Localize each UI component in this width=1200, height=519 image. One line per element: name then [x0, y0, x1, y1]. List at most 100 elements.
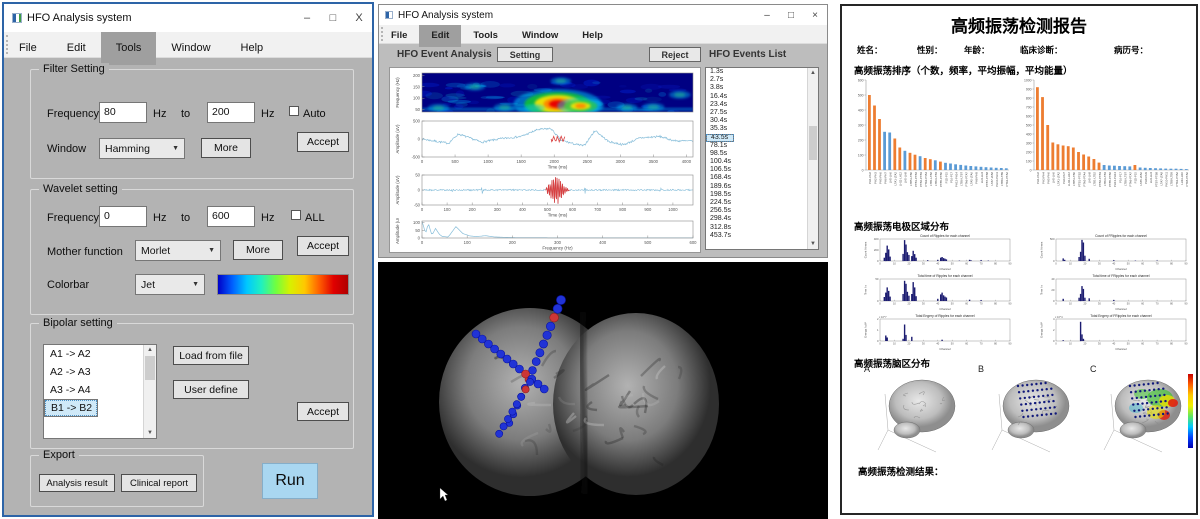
minimize-button[interactable]: –	[294, 12, 320, 24]
minimize-button[interactable]: –	[755, 10, 779, 21]
titlebar: HFO Analysis system – □ ×	[379, 5, 827, 25]
event-list-item[interactable]: 30.4s	[706, 117, 808, 125]
event-list-item[interactable]: 43.5s	[706, 134, 734, 142]
event-list-item[interactable]: 298.4s	[706, 215, 808, 223]
svg-text:200: 200	[1026, 150, 1032, 154]
event-list-item[interactable]: 106.5s	[706, 166, 808, 174]
wavelet-more-button[interactable]: More	[233, 240, 283, 260]
analysis-result-button[interactable]: Analysis result	[39, 474, 115, 492]
svg-text:PH3-PH4: PH3-PH4	[1041, 172, 1045, 184]
clinical-report-button[interactable]: Clinical report	[121, 474, 197, 492]
menu-bar: FileEditToolsWindowHelp	[379, 25, 827, 44]
filter-freq-from-input[interactable]: 80	[99, 102, 147, 123]
all-checkbox[interactable]	[291, 210, 301, 220]
event-list-item[interactable]: 168.4s	[706, 174, 808, 182]
event-list-item[interactable]: 312.8s	[706, 224, 808, 232]
event-list-item[interactable]: 453.7s	[706, 232, 808, 240]
wavelet-freq-to-input[interactable]: 600	[207, 206, 255, 227]
scroll-thumb[interactable]	[145, 356, 155, 380]
event-list-item[interactable]: 27.5s	[706, 109, 808, 117]
event-list-item[interactable]: 198.5s	[706, 191, 808, 199]
wavelet-setting-group: Wavelet setting Frequency 0 Hz to 600 Hz…	[30, 189, 354, 315]
svg-text:0: 0	[421, 207, 424, 212]
scroll-up-icon[interactable]: ▲	[808, 68, 818, 78]
load-from-file-button[interactable]: Load from file	[173, 346, 249, 365]
svg-text:Total time of Ripples for each: Total time of Ripples for each channel	[918, 274, 973, 278]
filter-accept-button[interactable]: Accept	[297, 132, 349, 152]
svg-text:50: 50	[875, 277, 879, 281]
setting-button[interactable]: Setting	[497, 47, 553, 62]
scroll-thumb[interactable]	[809, 126, 817, 160]
event-list-item[interactable]: 23.4s	[706, 101, 808, 109]
event-list-item[interactable]: 35.3s	[706, 125, 808, 133]
svg-text:300: 300	[858, 123, 864, 127]
svg-text:100: 100	[444, 207, 452, 212]
event-list-item[interactable]: 78.1s	[706, 142, 808, 150]
svg-text:-50: -50	[414, 203, 421, 208]
svg-text:PH1-PH2: PH1-PH2	[868, 172, 872, 184]
svg-text:600: 600	[858, 78, 864, 82]
events-scrollbar[interactable]: ▲ ▼	[807, 68, 818, 249]
svg-text:500: 500	[1050, 237, 1055, 241]
bipolar-list-item[interactable]: A1 -> A2	[44, 345, 144, 363]
svg-text:50: 50	[1127, 302, 1130, 306]
colorbar-select[interactable]: Jet▼	[135, 274, 205, 295]
svg-text:LH5-LH8: LH5-LH8	[904, 172, 908, 184]
svg-text:4000: 4000	[682, 159, 692, 164]
event-list-item[interactable]: 2.7s	[706, 76, 808, 84]
svg-text:0: 0	[1055, 262, 1057, 266]
menu-item-tools[interactable]: Tools	[461, 25, 510, 47]
maximize-button[interactable]: □	[320, 12, 346, 24]
event-list-item[interactable]: 224.5s	[706, 199, 808, 207]
event-list-item[interactable]: 1.3s	[706, 68, 808, 76]
bipolar-list-item[interactable]: B1 -> B2	[44, 399, 98, 417]
ranking-chart-left: 0100200300400500600PH1-PH2PH2-PH3PH5-PH6…	[850, 76, 1012, 206]
bipolar-list-item[interactable]: A3 -> A4	[44, 381, 144, 399]
menu-item-edit[interactable]: Edit	[419, 25, 461, 47]
svg-text:1000: 1000	[1024, 78, 1032, 82]
svg-text:3000: 3000	[616, 159, 626, 164]
wavelet-accept-button[interactable]: Accept	[297, 236, 349, 256]
run-button[interactable]: Run	[262, 463, 318, 499]
scroll-down-icon[interactable]: ▼	[808, 239, 818, 249]
event-list-item[interactable]: 100.4s	[706, 158, 808, 166]
svg-text:0: 0	[421, 159, 424, 164]
hfo-events-listbox[interactable]: 1.3s2.7s3.8s16.4s23.4s27.5s30.4s35.3s43.…	[705, 67, 819, 250]
brain-3d-view[interactable]	[378, 262, 828, 519]
auto-checkbox[interactable]	[289, 106, 299, 116]
window-select[interactable]: Hamming▼	[99, 138, 185, 159]
mother-function-select[interactable]: Morlet▼	[135, 240, 221, 261]
filter-more-button[interactable]: More	[201, 138, 251, 158]
filter-freq-to-input[interactable]: 200	[207, 102, 255, 123]
svg-text:PTB1-PTB2: PTB1-PTB2	[1077, 172, 1081, 187]
scroll-down-icon[interactable]: ▼	[144, 428, 156, 438]
svg-text:LTB8-LTB9: LTB8-LTB9	[1000, 172, 1004, 186]
bipolar-accept-button[interactable]: Accept	[297, 402, 349, 421]
maximize-button[interactable]: □	[779, 10, 803, 21]
svg-text:LTB6-LTB7: LTB6-LTB7	[1124, 172, 1128, 186]
user-define-button[interactable]: User define	[173, 380, 249, 399]
event-list-item[interactable]: 256.5s	[706, 207, 808, 215]
scroll-up-icon[interactable]: ▲	[144, 345, 156, 355]
svg-text:40: 40	[936, 262, 939, 266]
listbox-scrollbar[interactable]: ▲ ▼	[143, 345, 156, 438]
svg-text:Total time of FRipples for eac: Total time of FRipples for each channel	[1093, 274, 1150, 278]
event-list-item[interactable]: 98.5s	[706, 150, 808, 158]
svg-text:Channel: Channel	[1115, 267, 1127, 271]
window-body: Filter Setting Frequency 80 Hz to 200 Hz…	[4, 57, 372, 515]
close-button[interactable]: X	[346, 12, 372, 24]
menu-item-window[interactable]: Window	[510, 25, 570, 47]
svg-text:10: 10	[893, 302, 896, 306]
svg-text:80: 80	[994, 342, 997, 346]
bipolar-channel-listbox[interactable]: A1 -> A2A2 -> A3A3 -> A4B1 -> B2B2 -> B3…	[43, 344, 157, 439]
wavelet-freq-from-input[interactable]: 0	[99, 206, 147, 227]
close-button[interactable]: ×	[803, 10, 827, 21]
svg-text:20: 20	[1083, 342, 1086, 346]
reject-button[interactable]: Reject	[649, 47, 701, 62]
filter-setting-group: Filter Setting Frequency 80 Hz to 200 Hz…	[30, 69, 354, 179]
menu-item-help[interactable]: Help	[570, 25, 615, 47]
event-list-item[interactable]: 189.6s	[706, 183, 808, 191]
bipolar-list-item[interactable]: A2 -> A3	[44, 363, 144, 381]
event-list-item[interactable]: 16.4s	[706, 93, 808, 101]
event-list-item[interactable]: 3.8s	[706, 84, 808, 92]
